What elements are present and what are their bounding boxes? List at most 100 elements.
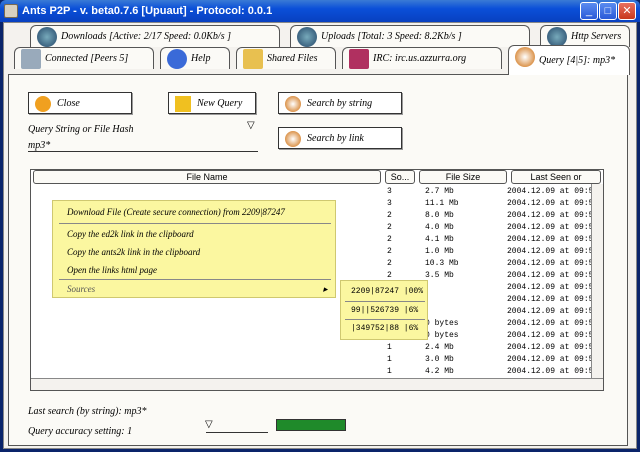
- submenu-separator: [345, 301, 425, 302]
- tab-irc[interactable]: IRC: irc.us.azzurra.org: [342, 47, 502, 69]
- close-window-button[interactable]: ✕: [618, 2, 636, 20]
- cell-size: 2.7 Mb: [425, 187, 454, 196]
- table-row[interactable]: 3 2.7 Mb 2004.12.09 at 09:57: [31, 186, 603, 198]
- cell-sources: 2: [387, 259, 392, 268]
- search-by-link-button[interactable]: Search by link: [278, 127, 402, 149]
- tab-connected-label: Connected [Peers 5]: [45, 53, 129, 64]
- maximize-button[interactable]: □: [599, 2, 617, 20]
- last-search-label: Last search (by string): mp3*: [28, 406, 147, 417]
- col-file-name[interactable]: File Name: [33, 170, 381, 184]
- tab-query-label: Query [4|5]: mp3*: [539, 55, 616, 66]
- menu-download-file[interactable]: Download File (Create secure connection)…: [67, 207, 285, 217]
- col-file-size[interactable]: File Size: [419, 170, 507, 184]
- cell-size: 10.3 Mb: [425, 259, 459, 268]
- accuracy-slider-thumb[interactable]: ▽: [205, 419, 213, 430]
- source-entry[interactable]: 2209|87247 |00%: [351, 287, 423, 296]
- tab-help[interactable]: Help: [160, 47, 230, 69]
- cell-seen: 2004.12.09 at 09:57: [507, 235, 599, 244]
- table-row[interactable]: 2004.12.09 at 09:57: [31, 306, 603, 318]
- cell-seen: 2004.12.09 at 09:57: [507, 259, 599, 268]
- table-row[interactable]: 1 4.2 Mb 2004.12.09 at 09:57: [31, 366, 603, 378]
- menu-separator: [59, 223, 331, 224]
- cell-sources: 1: [387, 355, 392, 364]
- new-query-label: New Query: [197, 97, 243, 109]
- search-icon: [285, 96, 301, 112]
- tab-help-label: Help: [191, 53, 211, 64]
- sources-submenu: 2209|87247 |00% 99||526739 |6% |349752|8…: [340, 280, 428, 340]
- minimize-button[interactable]: _: [580, 2, 598, 20]
- table-row[interactable]: 1 2.4 Mb 2004.12.09 at 09:57: [31, 342, 603, 354]
- title-bar[interactable]: Ants P2P - v. beta0.7.6 [Upuaut] - Proto…: [0, 0, 640, 22]
- cell-size: 2.4 Mb: [425, 343, 454, 352]
- table-row[interactable]: 0 bytes 2004.12.09 at 09:57: [31, 330, 603, 342]
- cell-size: 4.1 Mb: [425, 235, 454, 244]
- cell-sources: 3: [387, 187, 392, 196]
- cell-sources: 1: [387, 367, 392, 376]
- cell-seen: 2004.12.09 at 09:57: [507, 319, 599, 328]
- col-sources[interactable]: So...: [385, 170, 415, 184]
- cell-seen: 2004.12.09 at 09:57: [507, 307, 599, 316]
- tab-irc-label: IRC: irc.us.azzurra.org: [373, 53, 467, 64]
- submenu-arrow-icon: ▸: [323, 284, 328, 294]
- cell-seen: 2004.12.09 at 09:57: [507, 295, 599, 304]
- tab-uploads[interactable]: Uploads [Total: 3 Speed: 8.2Kb/s ]: [290, 25, 530, 47]
- cell-seen: 2004.12.09 at 09:57: [507, 367, 599, 376]
- tab-http-servers[interactable]: Http Servers: [540, 25, 630, 47]
- cell-size: 4.0 Mb: [425, 223, 454, 232]
- cell-seen: 2004.12.09 at 09:57: [507, 271, 599, 280]
- tab-shared-label: Shared Files: [267, 53, 318, 64]
- cell-sources: 2: [387, 235, 392, 244]
- table-row[interactable]: 1 3.0 Mb 2004.12.09 at 09:57: [31, 354, 603, 366]
- cell-sources: 3: [387, 199, 392, 208]
- cell-seen: 2004.12.09 at 09:57: [507, 247, 599, 256]
- computer-icon: [21, 49, 41, 69]
- menu-sources[interactable]: Sources: [67, 284, 95, 294]
- source-entry[interactable]: 99||526739 |6%: [351, 306, 418, 315]
- tab-uploads-label: Uploads [Total: 3 Speed: 8.2Kb/s ]: [321, 31, 462, 42]
- tab-downloads[interactable]: Downloads [Active: 2/17 Speed: 0.0Kb/s ]: [30, 25, 280, 47]
- menu-copy-ants2k[interactable]: Copy the ants2k link in the clipboard: [67, 247, 200, 257]
- menu-copy-ed2k[interactable]: Copy the ed2k link in the clipboard: [67, 229, 194, 239]
- cell-size: 8.0 Mb: [425, 211, 454, 220]
- search-string-label: Search by string: [307, 97, 373, 109]
- close-query-button[interactable]: Close: [28, 92, 132, 114]
- submenu-separator: [345, 319, 425, 320]
- cell-size: 3.0 Mb: [425, 355, 454, 364]
- tab-query[interactable]: Query [4|5]: mp3*: [508, 45, 630, 75]
- cell-seen: 2004.12.09 at 09:57: [507, 331, 599, 340]
- magnifier-icon: [515, 47, 535, 67]
- context-menu: Download File (Create secure connection)…: [52, 200, 336, 298]
- cell-size: 0 bytes: [425, 319, 459, 328]
- vertical-scrollbar[interactable]: [591, 184, 603, 378]
- search-link-icon: [285, 131, 301, 147]
- tab-downloads-label: Downloads [Active: 2/17 Speed: 0.0Kb/s ]: [61, 31, 231, 42]
- new-query-button[interactable]: New Query: [168, 92, 256, 114]
- query-dropdown-icon[interactable]: ▽: [247, 120, 255, 131]
- table-row[interactable]: 0 bytes 2004.12.09 at 09:57: [31, 318, 603, 330]
- accuracy-progress: [276, 419, 346, 431]
- cell-size: 4.2 Mb: [425, 367, 454, 376]
- accuracy-progress-fill: [277, 420, 345, 430]
- globe-download-icon: [37, 27, 57, 47]
- cell-sources: 1: [387, 343, 392, 352]
- source-entry[interactable]: |349752|88 |6%: [351, 324, 418, 333]
- cell-seen: 2004.12.09 at 09:57: [507, 223, 599, 232]
- cell-seen: 2004.12.09 at 09:57: [507, 211, 599, 220]
- new-query-icon: [175, 96, 191, 112]
- tab-shared-files[interactable]: Shared Files: [236, 47, 336, 69]
- tab-connected[interactable]: Connected [Peers 5]: [14, 47, 154, 69]
- cell-sources: 2: [387, 247, 392, 256]
- col-last-seen[interactable]: Last Seen or: [511, 170, 601, 184]
- query-string-input[interactable]: mp3*: [28, 140, 50, 151]
- search-by-string-button[interactable]: Search by string: [278, 92, 402, 114]
- search-link-label: Search by link: [307, 132, 364, 144]
- globe-http-icon: [547, 27, 567, 47]
- menu-open-html[interactable]: Open the links html page: [67, 265, 157, 275]
- horizontal-scrollbar[interactable]: [31, 378, 603, 390]
- cell-seen: 2004.12.09 at 09:57: [507, 343, 599, 352]
- cell-size: 0 bytes: [425, 331, 459, 340]
- accuracy-slider-track[interactable]: [206, 432, 268, 433]
- globe-upload-icon: [297, 27, 317, 47]
- close-arrow-icon: [35, 96, 51, 112]
- cell-sources: 2: [387, 223, 392, 232]
